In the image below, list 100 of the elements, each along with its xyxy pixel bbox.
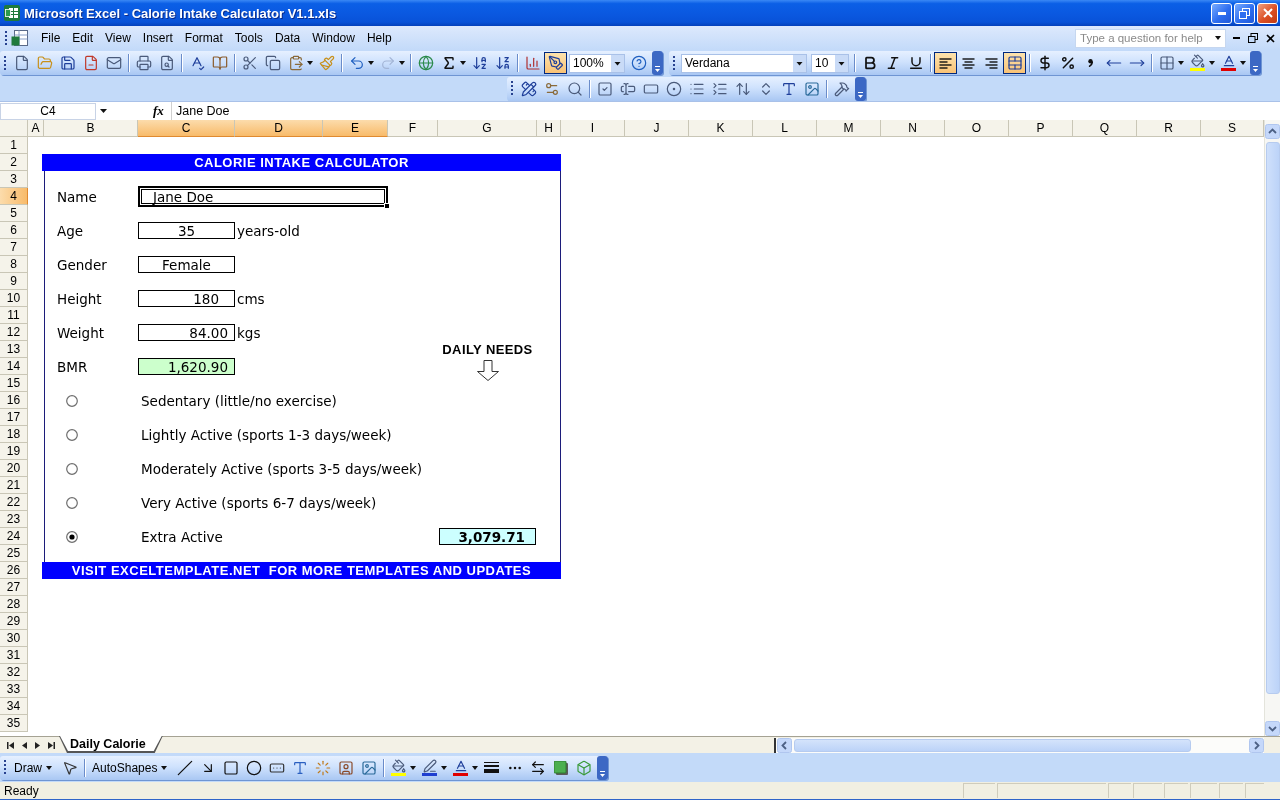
- vertical-scrollbar[interactable]: [1264, 120, 1280, 736]
- column-header[interactable]: F: [388, 120, 438, 137]
- fill-bucket-icon[interactable]: [1189, 54, 1206, 72]
- toolbar-options-icon[interactable]: [652, 51, 663, 75]
- result-cell[interactable]: 1,620.90: [138, 358, 235, 375]
- draw-menu[interactable]: Draw: [10, 756, 58, 779]
- align-center-icon[interactable]: [962, 57, 975, 69]
- row-header[interactable]: 23: [0, 511, 28, 528]
- dropdown-arrow-icon[interactable]: [472, 765, 479, 770]
- row-header[interactable]: 17: [0, 409, 28, 426]
- column-header[interactable]: R: [1137, 120, 1201, 137]
- radio-button[interactable]: [66, 462, 78, 475]
- row-header[interactable]: 32: [0, 664, 28, 681]
- dropdown-arrow-icon[interactable]: [399, 61, 405, 65]
- menu-item[interactable]: View: [99, 29, 137, 47]
- column-header[interactable]: L: [753, 120, 817, 137]
- input-cell[interactable]: 35: [138, 222, 235, 239]
- restore-icon[interactable]: [1248, 33, 1258, 43]
- book-icon[interactable]: [211, 55, 228, 71]
- blank-document-icon[interactable]: [13, 55, 30, 71]
- row-header[interactable]: 30: [0, 630, 28, 647]
- fill-handle[interactable]: [384, 203, 390, 209]
- scrollbar-thumb[interactable]: [1265, 142, 1280, 694]
- document-magnifier-icon[interactable]: [158, 55, 175, 71]
- insert-function-button[interactable]: fx: [153, 103, 169, 119]
- borders-icon[interactable]: [1158, 55, 1175, 71]
- grip-icon[interactable]: [4, 760, 7, 775]
- font-size-combo[interactable]: 10: [811, 53, 849, 73]
- help-icon[interactable]: [630, 55, 647, 71]
- row-header[interactable]: 15: [0, 375, 28, 392]
- bar-chart-icon[interactable]: [524, 55, 541, 71]
- column-header[interactable]: J: [625, 120, 689, 137]
- input-cell[interactable]: Female: [138, 256, 235, 273]
- spreadsheet-document-icon[interactable]: [11, 29, 29, 47]
- row-header[interactable]: 31: [0, 647, 28, 664]
- dropdown-arrow-icon[interactable]: [460, 61, 466, 65]
- scissors-icon[interactable]: [241, 55, 258, 71]
- lines-icon[interactable]: [484, 762, 500, 773]
- scroll-down-icon[interactable]: [1265, 721, 1280, 736]
- fill-bucket-icon[interactable]: [390, 758, 407, 777]
- row-header[interactable]: 3: [0, 171, 28, 188]
- close-button[interactable]: [1257, 2, 1278, 24]
- menu-item[interactable]: Format: [178, 29, 229, 47]
- dropdown-arrow-icon[interactable]: [441, 765, 448, 770]
- globe-icon[interactable]: [417, 55, 434, 71]
- copy-icon[interactable]: [264, 55, 281, 71]
- dropdown-arrow-icon[interactable]: [1178, 61, 1184, 65]
- grip-icon[interactable]: [5, 30, 8, 46]
- text-input-icon[interactable]: [619, 80, 636, 97]
- toolbar-options-icon[interactable]: [855, 76, 866, 101]
- column-header[interactable]: Q: [1073, 120, 1137, 137]
- input-cell[interactable]: 180: [138, 290, 235, 307]
- oval-icon[interactable]: [245, 759, 262, 776]
- hammer-icon[interactable]: [833, 80, 850, 97]
- close-icon[interactable]: [1266, 33, 1275, 43]
- column-header[interactable]: H: [537, 120, 561, 137]
- column-header[interactable]: D: [235, 120, 323, 137]
- grip-icon[interactable]: [673, 55, 676, 71]
- left-right-arrows-icon[interactable]: [529, 759, 546, 776]
- toolbar-options-icon[interactable]: [1250, 51, 1261, 75]
- column-header[interactable]: B: [44, 120, 138, 137]
- restore-button[interactable]: [1234, 2, 1255, 24]
- dropdown-arrow-icon[interactable]: [46, 765, 52, 770]
- row-header[interactable]: 11: [0, 307, 28, 324]
- row-header[interactable]: 4: [0, 188, 28, 205]
- pointer-icon[interactable]: [61, 759, 78, 776]
- picture-icon[interactable]: [803, 80, 820, 97]
- sheet-tab[interactable]: Daily Calorie: [59, 736, 163, 753]
- column-header[interactable]: S: [1201, 120, 1264, 137]
- row-header[interactable]: 19: [0, 443, 28, 460]
- font-color-icon[interactable]: [452, 758, 469, 777]
- menu-item[interactable]: Data: [268, 29, 307, 47]
- letter-t-icon[interactable]: [291, 759, 308, 776]
- radio-button[interactable]: [66, 530, 78, 543]
- row-header[interactable]: 22: [0, 494, 28, 511]
- document-minus-icon[interactable]: [82, 55, 99, 71]
- picture-icon[interactable]: [360, 759, 377, 776]
- row-header[interactable]: 20: [0, 460, 28, 477]
- input-cell[interactable]: Jane Doe: [138, 186, 388, 207]
- row-header[interactable]: 33: [0, 681, 28, 698]
- dropdown-arrow-icon[interactable]: [161, 765, 168, 770]
- save-icon[interactable]: [59, 55, 76, 71]
- merge-and-center-button[interactable]: [1003, 52, 1026, 74]
- horizontal-scrollbar[interactable]: [774, 737, 1264, 753]
- radio-button[interactable]: [66, 428, 78, 441]
- font-color-icon[interactable]: [1220, 54, 1237, 72]
- column-header[interactable]: C: [138, 120, 235, 137]
- row-header[interactable]: 16: [0, 392, 28, 409]
- radiating-lines-icon[interactable]: [314, 759, 331, 776]
- row-header[interactable]: 13: [0, 341, 28, 358]
- font-combo[interactable]: Verdana: [681, 53, 807, 73]
- dropdown-arrow-icon[interactable]: [100, 109, 107, 113]
- percent-icon[interactable]: [1059, 55, 1076, 71]
- row-header[interactable]: 5: [0, 205, 28, 222]
- menu-item[interactable]: Tools: [228, 29, 269, 47]
- shadow-square-icon[interactable]: [553, 760, 568, 775]
- row-header[interactable]: 14: [0, 358, 28, 375]
- dropdown-arrow-icon[interactable]: [1209, 61, 1215, 65]
- column-header[interactable]: M: [817, 120, 881, 137]
- dropdown-arrow-icon[interactable]: [368, 61, 374, 65]
